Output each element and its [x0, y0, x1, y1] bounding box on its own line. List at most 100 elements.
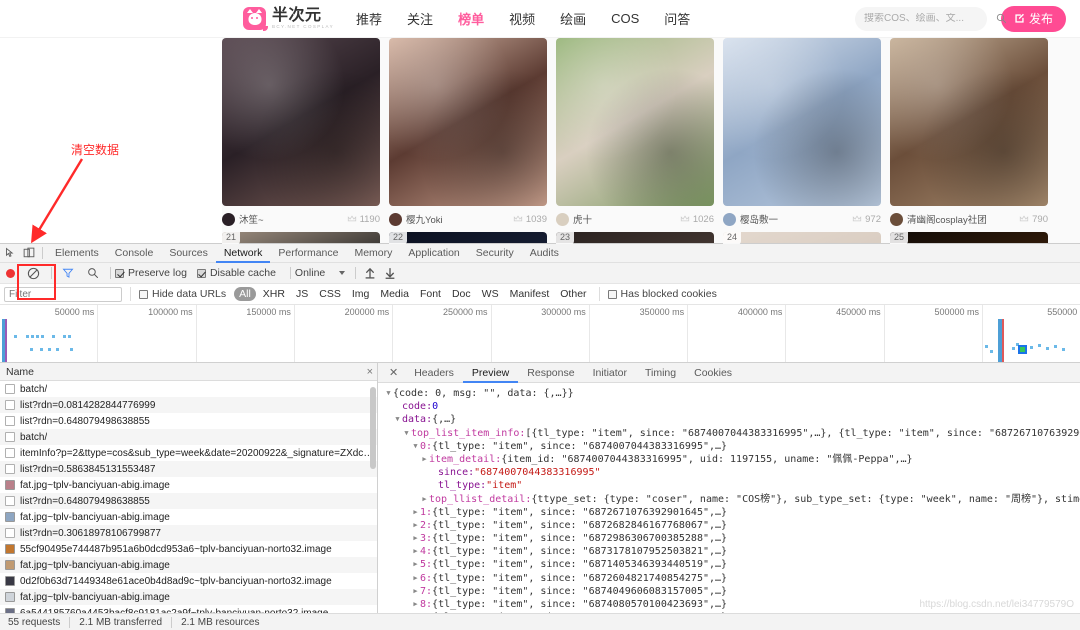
- nav-item-6[interactable]: 问答: [664, 9, 690, 28]
- request-row[interactable]: list?rdn=0.5863845131553487: [0, 461, 377, 477]
- preserve-log-toggle[interactable]: Preserve log: [115, 267, 187, 279]
- devtools-tab-security[interactable]: Security: [468, 244, 522, 263]
- avatar[interactable]: [556, 212, 569, 226]
- json-disclosure-triangle[interactable]: ▶: [411, 558, 420, 571]
- detail-tab-initiator[interactable]: Initiator: [584, 363, 636, 383]
- avatar[interactable]: [222, 212, 235, 226]
- detail-tab-response[interactable]: Response: [518, 363, 583, 383]
- close-columns-icon[interactable]: ×: [367, 366, 373, 378]
- request-row[interactable]: list?rdn=0.0814282844776999: [0, 397, 377, 413]
- card-thumbnail[interactable]: [222, 38, 380, 206]
- json-disclosure-triangle[interactable]: ▶: [411, 532, 420, 545]
- preserve-log-checkbox[interactable]: [115, 268, 124, 278]
- avatar[interactable]: [389, 212, 402, 226]
- request-row[interactable]: list?rdn=0.648079498638855: [0, 413, 377, 429]
- request-row[interactable]: 55cf90495e744487b951a6b0dcd953a6~tplv-ba…: [0, 541, 377, 557]
- request-row[interactable]: list?rdn=0.30618978106799877: [0, 525, 377, 541]
- filter-type-doc[interactable]: Doc: [448, 288, 475, 300]
- ranking-card[interactable]: 樱九Yoki 1039: [389, 38, 547, 228]
- search-requests-icon[interactable]: [87, 267, 99, 279]
- avatar[interactable]: [723, 212, 736, 226]
- ranking-card[interactable]: 樱岛敷一 972: [723, 38, 881, 228]
- request-row[interactable]: batch/: [0, 429, 377, 445]
- json-disclosure-triangle[interactable]: ▶: [411, 585, 420, 598]
- json-disclosure-triangle[interactable]: ▶: [411, 519, 420, 532]
- filter-type-media[interactable]: Media: [376, 288, 413, 300]
- clear-network-log-icon[interactable]: [27, 267, 40, 280]
- request-row[interactable]: fat.jpg~tplv-banciyuan-abig.image: [0, 509, 377, 525]
- import-har-icon[interactable]: [363, 266, 377, 280]
- json-disclosure-triangle[interactable]: ▶: [411, 506, 420, 519]
- detail-tab-timing[interactable]: Timing: [636, 363, 685, 383]
- nav-item-1[interactable]: 关注: [407, 9, 433, 28]
- record-button[interactable]: [6, 268, 15, 278]
- devtools-tab-console[interactable]: Console: [107, 244, 162, 263]
- devtools-tab-sources[interactable]: Sources: [161, 244, 216, 263]
- requests-scrollbar-thumb[interactable]: [370, 387, 376, 469]
- json-disclosure-triangle[interactable]: ▶: [411, 598, 420, 611]
- nav-item-3[interactable]: 视频: [509, 9, 535, 28]
- network-overview-timeline[interactable]: 50000 ms 100000 ms 150000 ms 200000 ms 25000…: [0, 305, 1080, 363]
- card-thumbnail[interactable]: [389, 38, 547, 206]
- inspect-element-icon[interactable]: [2, 244, 20, 262]
- request-row[interactable]: fat.jpg~tplv-banciyuan-abig.image: [0, 557, 377, 573]
- filter-type-all[interactable]: All: [234, 287, 256, 301]
- avatar[interactable]: [890, 212, 903, 226]
- json-preview-tree[interactable]: ▼ {code: 0, msg: "", data: {,…}} code: 0 ▼ d…: [378, 383, 1080, 614]
- export-har-icon[interactable]: [383, 266, 397, 280]
- nav-item-5[interactable]: COS: [611, 11, 639, 26]
- detail-tab-preview[interactable]: Preview: [462, 363, 519, 383]
- json-disclosure-triangle[interactable]: ▶: [420, 493, 429, 506]
- request-row[interactable]: itemInfo?p=2&ttype=cos&sub_type=week&dat…: [0, 445, 377, 461]
- json-disclosure-triangle[interactable]: ▼: [384, 387, 393, 400]
- disable-cache-checkbox[interactable]: [196, 268, 206, 278]
- filter-type-other[interactable]: Other: [556, 288, 590, 300]
- detail-tab-headers[interactable]: Headers: [405, 363, 463, 383]
- filter-type-css[interactable]: CSS: [315, 288, 345, 300]
- filter-type-font[interactable]: Font: [416, 288, 445, 300]
- request-row[interactable]: list?rdn=0.648079498638855: [0, 493, 377, 509]
- nav-item-0[interactable]: 推荐: [356, 9, 382, 28]
- ranking-card[interactable]: 沐笙~ 1190: [222, 38, 380, 228]
- ranking-card[interactable]: 虎十 1026: [556, 38, 714, 228]
- devtools-tab-performance[interactable]: Performance: [270, 244, 346, 263]
- filter-input[interactable]: [4, 286, 122, 302]
- site-logo[interactable]: 半次元 BCY.NET COSPLAY: [243, 7, 334, 31]
- search-icon[interactable]: [996, 13, 1007, 24]
- card-thumbnail[interactable]: [890, 38, 1048, 206]
- requests-scrollbar[interactable]: [370, 383, 376, 602]
- card-thumbnail[interactable]: [556, 38, 714, 206]
- search-box[interactable]: [854, 6, 1007, 31]
- filter-type-js[interactable]: JS: [292, 288, 312, 300]
- json-disclosure-triangle[interactable]: ▶: [411, 545, 420, 558]
- request-row[interactable]: fat.jpg~tplv-banciyuan-abig.image: [0, 589, 377, 605]
- search-input[interactable]: [863, 13, 996, 24]
- request-row[interactable]: fat.jpg~tplv-banciyuan-abig.image: [0, 477, 377, 493]
- filter-type-xhr[interactable]: XHR: [259, 288, 289, 300]
- requests-list[interactable]: batch/list?rdn=0.0814282844776999 list?rd…: [0, 381, 377, 614]
- filter-type-ws[interactable]: WS: [478, 288, 503, 300]
- disable-cache-toggle[interactable]: Disable cache: [196, 267, 276, 279]
- nav-item-2[interactable]: 榜单: [458, 9, 484, 28]
- json-disclosure-triangle[interactable]: ▼: [402, 427, 411, 440]
- json-disclosure-triangle[interactable]: ▼: [411, 440, 420, 453]
- has-blocked-cookies-toggle[interactable]: Has blocked cookies: [607, 288, 717, 300]
- hide-data-urls-checkbox[interactable]: [139, 289, 148, 299]
- close-detail-icon[interactable]: ✕: [382, 366, 405, 379]
- filter-icon[interactable]: [62, 267, 74, 279]
- json-disclosure-triangle[interactable]: ▼: [393, 413, 402, 426]
- devtools-tab-application[interactable]: Application: [400, 244, 467, 263]
- request-row[interactable]: batch/: [0, 381, 377, 397]
- publish-button[interactable]: 发布: [1000, 5, 1066, 32]
- ranking-card[interactable]: 清幽阁cosplay社团 790: [890, 38, 1048, 228]
- detail-tab-cookies[interactable]: Cookies: [685, 363, 741, 383]
- nav-item-4[interactable]: 绘画: [560, 9, 586, 28]
- json-disclosure-triangle[interactable]: ▶: [420, 453, 429, 466]
- devtools-tab-memory[interactable]: Memory: [346, 244, 400, 263]
- request-row[interactable]: 0d2f0b63d71449348e61ace0b4d8ad9c~tplv-ba…: [0, 573, 377, 589]
- devtools-tab-network[interactable]: Network: [215, 244, 271, 263]
- devtools-tab-audits[interactable]: Audits: [522, 244, 567, 263]
- card-thumbnail[interactable]: [723, 38, 881, 206]
- filter-type-img[interactable]: Img: [348, 288, 374, 300]
- has-blocked-cookies-checkbox[interactable]: [607, 289, 617, 299]
